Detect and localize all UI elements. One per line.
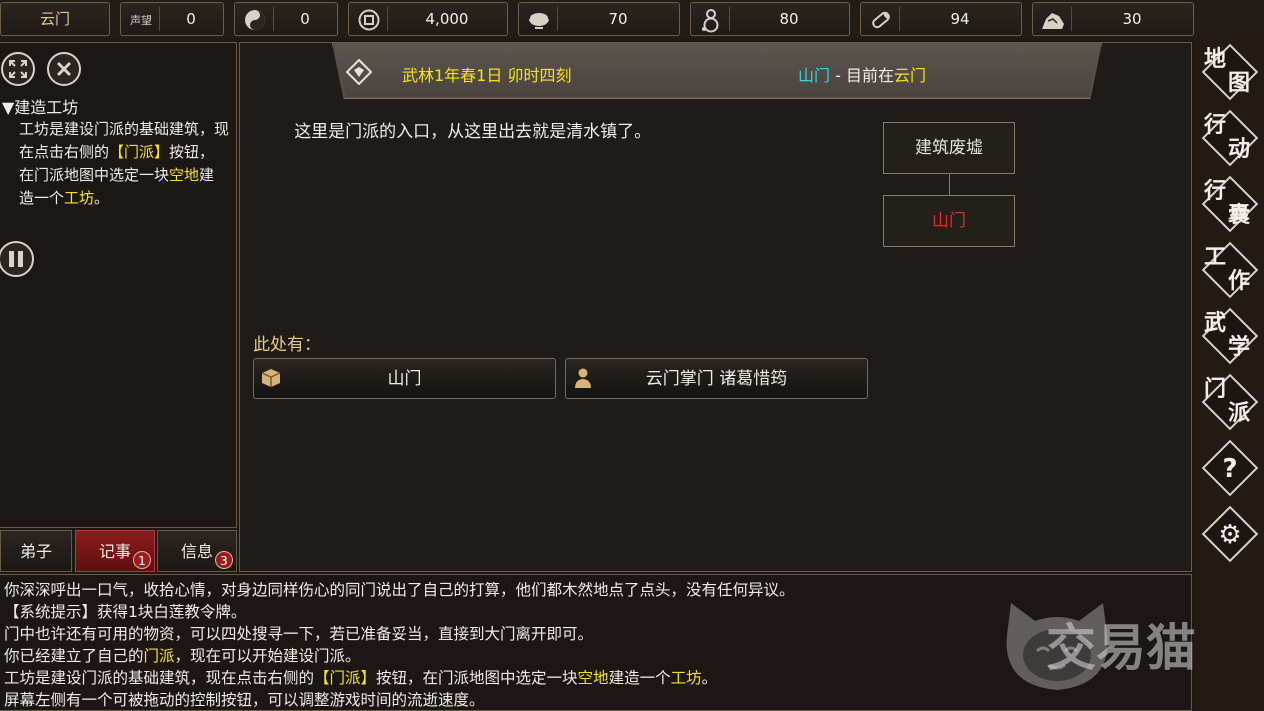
nav-help-button[interactable]: ? <box>1201 439 1259 500</box>
stone-value: 30 <box>1122 10 1142 28</box>
nav-label: 门 <box>1204 376 1227 402</box>
map-node-label: 建筑废墟 <box>915 138 983 158</box>
quest-panel: ▼建造工坊 工坊是建设门派的基础建筑，现在点击右侧的【门派】按钮，在门派地图中选… <box>0 42 237 528</box>
current-location: 山门 - 目前在云门 <box>798 66 926 85</box>
nav-label: 行 <box>1204 112 1227 138</box>
medicine-counter[interactable]: 80 <box>690 2 850 36</box>
game-date: 武林1年春1日 卯时四刻 <box>402 66 572 85</box>
location-description: 这里是门派的入口，从这里出去就是清水镇了。 <box>294 122 652 142</box>
money-counter[interactable]: 4,000 <box>348 2 508 36</box>
nav-label: 地 <box>1204 46 1227 72</box>
reputation-icon: 声望 <box>130 14 152 27</box>
food-bowl-icon <box>525 6 553 34</box>
map-connector <box>949 174 950 195</box>
close-icon <box>56 61 72 77</box>
tab-journal[interactable]: 记事 1 <box>75 530 155 572</box>
help-icon: ? <box>1222 454 1238 484</box>
entity-gate-button[interactable]: 山门 <box>253 358 556 399</box>
gear-icon: ⚙ <box>1218 520 1242 550</box>
log-line: 【系统提示】获得1块白莲教令牌。 <box>4 603 247 621</box>
nav-bag-button[interactable]: 行 囊 <box>1201 175 1259 236</box>
tab-disciples[interactable]: 弟子 <box>0 530 72 572</box>
expand-icon <box>9 60 27 78</box>
entity-label: 云门掌门 诸葛惜筠 <box>645 369 788 389</box>
nav-work-button[interactable]: 工 作 <box>1201 241 1259 302</box>
nav-label: 作 <box>1228 268 1251 294</box>
sect-name-box[interactable]: 云门 <box>0 2 110 36</box>
info-badge: 3 <box>215 551 233 569</box>
nav-label: 囊 <box>1228 202 1251 228</box>
quest-description: 工坊是建设门派的基础建筑，现在点击右侧的【门派】按钮，在门派地图中选定一块空地建… <box>19 120 230 207</box>
map-node-label: 山门 <box>932 211 966 231</box>
yinyang-counter[interactable]: 0 <box>234 2 338 36</box>
nav-label: 行 <box>1204 178 1227 204</box>
tab-label: 信息 <box>180 542 213 561</box>
expand-button[interactable] <box>1 52 35 86</box>
nav-map-button[interactable]: 地 图 <box>1201 43 1259 104</box>
nav-settings-button[interactable]: ⚙ <box>1201 505 1259 566</box>
time-speed-drag-handle[interactable] <box>0 241 34 277</box>
nav-sect-button[interactable]: 门 派 <box>1201 373 1259 434</box>
entity-label: 山门 <box>387 369 422 389</box>
quest-title: ▼建造工坊 <box>2 98 79 117</box>
stone-icon <box>1039 6 1067 34</box>
yinyang-icon <box>241 6 269 34</box>
box-icon <box>261 369 281 387</box>
location-panel: 武林1年春1日 卯时四刻 山门 - 目前在云门 这里是门派的入口，从这里出去就是… <box>239 42 1192 572</box>
food-value: 70 <box>608 10 628 28</box>
log-line: 门中也许还有可用的物资，可以四处搜寻一下，若已准备妥当，直接到大门离开即可。 <box>4 625 594 643</box>
log-line: 你深深呼出一口气，收拾心情，对身边同样伤心的同门说出了自己的打算，他们都木然地点… <box>4 581 795 599</box>
money-value: 4,000 <box>425 10 469 28</box>
nav-label: 图 <box>1228 70 1251 96</box>
pause-icon <box>9 251 23 267</box>
watermark-text: 交易猫 <box>1046 619 1196 677</box>
gourd-icon <box>697 6 725 34</box>
right-nav: 地 图 行 动 行 囊 工 作 武 学 门 派 ? ⚙ <box>1194 38 1264 711</box>
tab-label: 弟子 <box>19 542 52 561</box>
entity-sect-master-button[interactable]: 云门掌门 诸葛惜筠 <box>565 358 868 399</box>
nav-label: 武 <box>1204 310 1227 336</box>
nav-label: 动 <box>1228 136 1251 162</box>
nav-label: 工 <box>1204 244 1227 270</box>
food-counter[interactable]: 70 <box>518 2 680 36</box>
medicine-value: 80 <box>779 10 799 28</box>
yinyang-value: 0 <box>300 10 310 28</box>
nav-label: 派 <box>1228 400 1251 426</box>
tab-label: 记事 <box>98 542 131 561</box>
wood-icon <box>867 6 895 34</box>
log-line: 工坊是建设门派的基础建筑，现在点击右侧的【门派】按钮，在门派地图中选定一块空地建… <box>4 669 718 687</box>
here-label: 此处有： <box>253 335 321 355</box>
resource-bar: 云门 声望 0 0 4,000 70 80 94 30 <box>0 0 1264 38</box>
coin-icon <box>355 6 383 34</box>
nav-action-button[interactable]: 行 动 <box>1201 109 1259 170</box>
close-button[interactable] <box>47 52 81 86</box>
sect-name: 云门 <box>39 10 70 28</box>
nav-martial-button[interactable]: 武 学 <box>1201 307 1259 368</box>
map-node-gate-current[interactable]: 山门 <box>883 195 1015 247</box>
person-icon <box>575 368 591 388</box>
tab-info[interactable]: 信息 3 <box>157 530 237 572</box>
log-line: 你已经建立了自己的门派，现在可以开始建设门派。 <box>4 647 361 665</box>
compass-icon[interactable] <box>345 58 373 86</box>
stone-counter[interactable]: 30 <box>1032 2 1194 36</box>
journal-badge: 1 <box>133 551 151 569</box>
reputation-value: 0 <box>186 10 196 28</box>
reputation-counter[interactable]: 声望 0 <box>120 2 224 36</box>
wood-value: 94 <box>950 10 970 28</box>
wood-counter[interactable]: 94 <box>860 2 1022 36</box>
nav-label: 学 <box>1228 334 1251 360</box>
log-line: 屏幕左侧有一个可被拖动的控制按钮，可以调整游戏时间的流逝速度。 <box>4 691 485 709</box>
map-node-ruins[interactable]: 建筑废墟 <box>883 122 1015 174</box>
